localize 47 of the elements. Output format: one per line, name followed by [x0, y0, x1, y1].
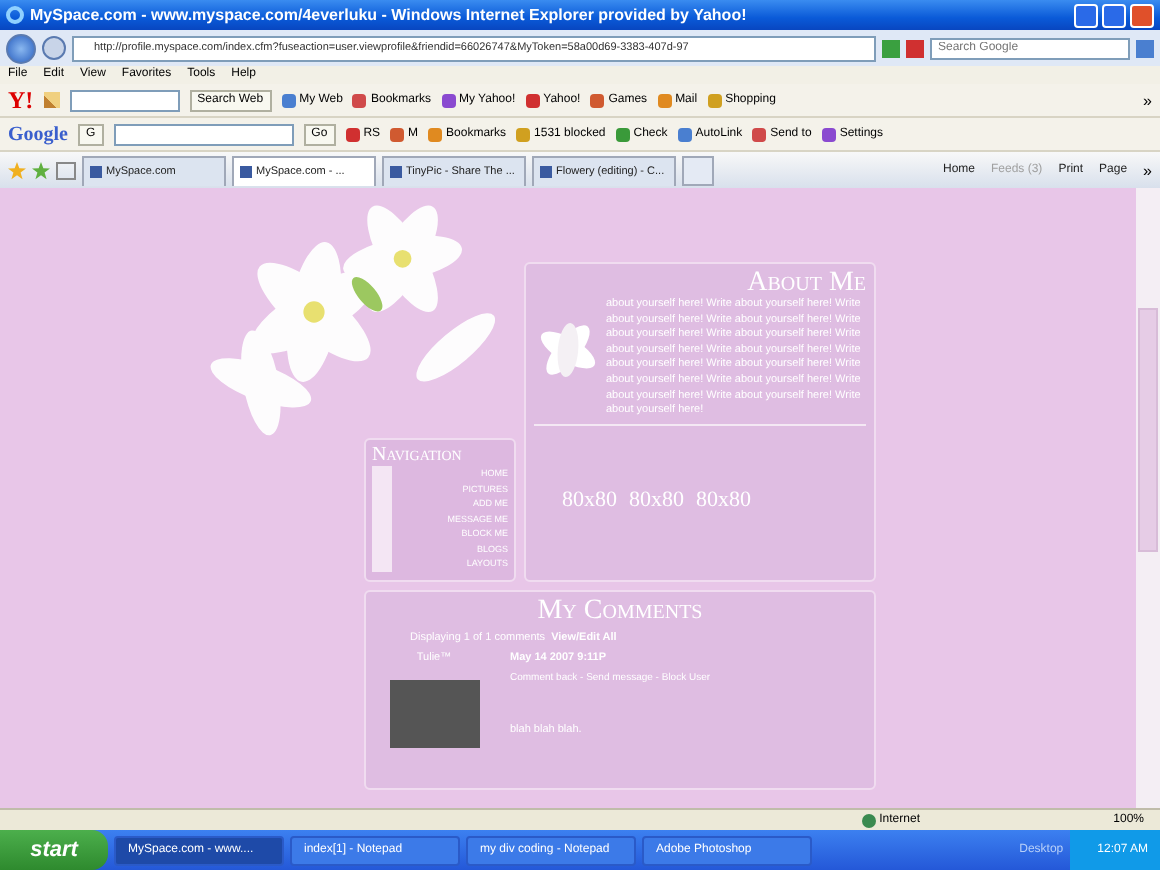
photo-slot-label: 80x80	[696, 488, 751, 513]
about-me-title: About Me	[745, 268, 866, 298]
browser-icon	[6, 6, 24, 24]
app-icon	[428, 127, 443, 141]
minimize-button[interactable]	[1074, 3, 1098, 27]
scroll-thumb[interactable]	[1138, 308, 1158, 552]
app-icon	[390, 127, 405, 141]
app-icon	[352, 93, 367, 107]
photo-placeholder	[389, 680, 479, 748]
photo-slot-label: 80x80	[629, 488, 684, 513]
comments-title: My Comments	[535, 596, 705, 626]
search-button[interactable]	[1136, 39, 1154, 57]
app-icon	[752, 127, 767, 141]
app-icon	[615, 127, 630, 141]
more-button[interactable]: »	[1143, 161, 1152, 179]
stop-button[interactable]	[906, 39, 924, 57]
back-button[interactable]	[6, 33, 36, 63]
restore-button[interactable]	[1102, 3, 1126, 27]
nav-sidebar-strip	[372, 466, 392, 571]
search-field[interactable]	[113, 123, 294, 145]
app-icon	[590, 93, 605, 107]
new-tab-button[interactable]	[682, 155, 714, 185]
close-button[interactable]	[1130, 3, 1154, 27]
search-field[interactable]	[69, 89, 180, 111]
app-icon	[677, 127, 692, 141]
app-icon	[345, 127, 360, 141]
yahoo-logo: Y!	[8, 85, 34, 115]
app-icon	[707, 93, 722, 107]
more-button[interactable]: »	[1143, 91, 1152, 109]
forward-button[interactable]	[42, 36, 66, 60]
refresh-button[interactable]	[882, 39, 900, 57]
quick-tabs-icon[interactable]	[56, 161, 76, 179]
app-icon	[525, 93, 540, 107]
google-logo: Google	[8, 123, 68, 145]
favorites-star-icon[interactable]	[8, 161, 26, 179]
app-icon	[441, 93, 455, 107]
pencil-icon[interactable]	[43, 92, 60, 108]
app-icon	[516, 127, 531, 141]
app-icon	[821, 127, 836, 141]
globe-icon	[861, 813, 876, 827]
photo-slot-label: 80x80	[562, 488, 617, 513]
navigation-title: Navigation	[372, 444, 464, 466]
app-icon	[281, 93, 296, 107]
app-icon	[657, 93, 672, 107]
window-title: MySpace.com - www.myspace.com/4everluku - Windows Internet Explorer provided by Yahoo!	[30, 6, 749, 24]
add-favorites-icon[interactable]	[32, 161, 50, 179]
scrollbar[interactable]	[1136, 188, 1160, 808]
